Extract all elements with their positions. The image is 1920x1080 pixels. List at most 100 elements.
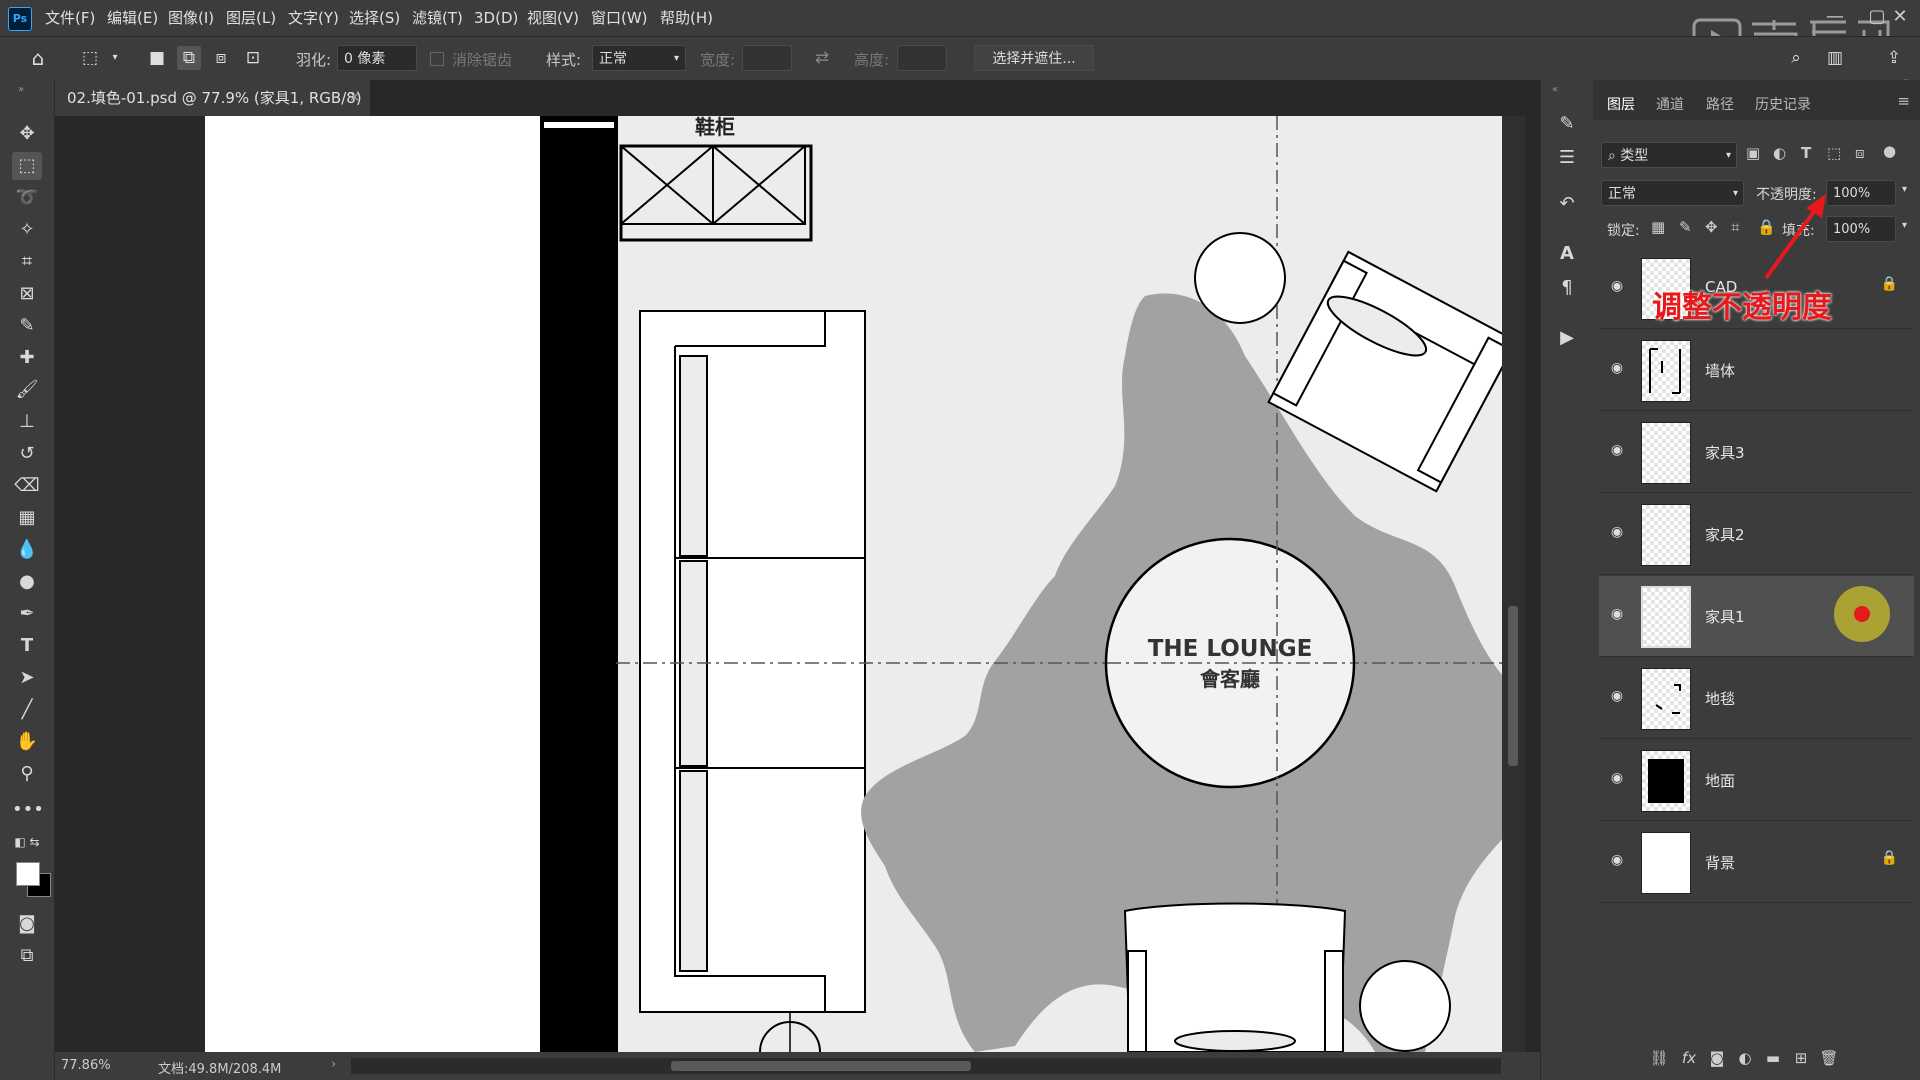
history-icon[interactable]: ↶ bbox=[1553, 190, 1581, 218]
width-input[interactable] bbox=[742, 45, 792, 71]
marquee-preset-icon[interactable]: ⬚ bbox=[78, 46, 102, 70]
clone-stamp-icon[interactable]: ⊥ bbox=[12, 408, 42, 436]
layer-name[interactable]: 家具2 bbox=[1705, 524, 1745, 545]
menu-layer[interactable]: 图层(L) bbox=[226, 0, 276, 36]
menu-file[interactable]: 文件(F) bbox=[45, 0, 95, 36]
chevron-down-icon[interactable]: ▾ bbox=[1902, 184, 1907, 195]
zoom-level[interactable]: 77.86% bbox=[61, 1058, 111, 1073]
height-input[interactable] bbox=[897, 45, 947, 71]
document-tab[interactable]: 02.填色-01.psd @ 77.9% (家具1, RGB/8) * × bbox=[55, 80, 370, 143]
new-layer-icon[interactable]: ⊞ bbox=[1789, 1046, 1813, 1070]
layer-row[interactable]: ◉ 家具3 bbox=[1599, 412, 1914, 493]
feather-input[interactable]: 0 像素 bbox=[337, 45, 417, 71]
default-colors-icon[interactable]: ◧ ⇆ bbox=[12, 828, 42, 856]
menu-help[interactable]: 帮助(H) bbox=[660, 0, 713, 36]
new-adjustment-icon[interactable]: ◐ bbox=[1733, 1046, 1757, 1070]
floor-plan-canvas[interactable]: 鞋柜 THE LOUNGE 會客廳 bbox=[55, 116, 1525, 1052]
eraser-icon[interactable]: ⌫ bbox=[12, 472, 42, 500]
close-window-icon[interactable]: ✕ bbox=[1880, 2, 1920, 32]
visibility-eye-icon[interactable]: ◉ bbox=[1607, 524, 1627, 544]
layer-row[interactable]: ◉ 家具2 bbox=[1599, 494, 1914, 575]
layer-row-selected[interactable]: ◉ 家具1 bbox=[1599, 576, 1914, 657]
menu-window[interactable]: 窗口(W) bbox=[591, 0, 648, 36]
frame-tool-icon[interactable]: ⊠ bbox=[12, 280, 42, 308]
shape-filter-icon[interactable]: ⬚ bbox=[1827, 144, 1841, 162]
status-chevron-icon[interactable]: › bbox=[331, 1057, 336, 1072]
foreground-color-swatch[interactable] bbox=[16, 862, 40, 886]
lock-position-icon[interactable]: ✥ bbox=[1705, 218, 1718, 236]
workspace-icon[interactable]: ▥ bbox=[1823, 46, 1847, 70]
visibility-eye-icon[interactable]: ◉ bbox=[1607, 278, 1627, 298]
hand-tool-icon[interactable]: ✋ bbox=[12, 728, 42, 756]
lasso-tool-icon[interactable]: ➰ bbox=[12, 184, 42, 212]
add-mask-icon[interactable]: ◙ bbox=[1705, 1046, 1729, 1070]
gradient-tool-icon[interactable]: ▦ bbox=[12, 504, 42, 532]
delete-layer-icon[interactable]: 🗑 bbox=[1817, 1046, 1841, 1070]
visibility-eye-icon[interactable]: ◉ bbox=[1607, 360, 1627, 380]
zoom-tool-icon[interactable]: ⚲ bbox=[12, 760, 42, 788]
layer-name[interactable]: 地面 bbox=[1705, 770, 1735, 791]
menu-3d[interactable]: 3D(D) bbox=[474, 0, 518, 36]
photoshop-logo[interactable]: Ps bbox=[8, 7, 32, 31]
collapse-icon[interactable]: « bbox=[1541, 76, 1569, 104]
menu-filter[interactable]: 滤镜(T) bbox=[412, 0, 463, 36]
panel-menu-icon[interactable]: ≡ bbox=[1897, 92, 1910, 110]
tab-history[interactable]: 历史记录 bbox=[1755, 94, 1811, 114]
home-icon[interactable]: ⌂ bbox=[26, 46, 50, 70]
pen-tool-icon[interactable]: ✒ bbox=[12, 600, 42, 628]
collapse-icon[interactable]: » bbox=[6, 76, 36, 104]
lock-artboard-icon[interactable]: ⌗ bbox=[1731, 218, 1739, 236]
magic-wand-icon[interactable]: ✧ bbox=[12, 216, 42, 244]
paragraph-icon[interactable]: ¶ bbox=[1553, 274, 1581, 302]
menu-select[interactable]: 选择(S) bbox=[349, 0, 400, 36]
quick-mask-icon[interactable]: ◙ bbox=[12, 910, 42, 938]
style-select[interactable]: 正常 ▾ bbox=[592, 45, 686, 71]
lock-transparency-icon[interactable]: ▦ bbox=[1651, 218, 1665, 236]
eyedropper-icon[interactable]: ✎ bbox=[12, 312, 42, 340]
horizontal-scroll-thumb[interactable] bbox=[671, 1061, 971, 1071]
layer-row[interactable]: ◉ 背景 🔒 bbox=[1599, 822, 1914, 903]
lock-image-icon[interactable]: ✎ bbox=[1679, 218, 1692, 236]
layer-name[interactable]: 背景 bbox=[1705, 852, 1735, 873]
line-tool-icon[interactable]: ╱ bbox=[12, 696, 42, 724]
menu-type[interactable]: 文字(Y) bbox=[288, 0, 339, 36]
screen-mode-icon[interactable]: ⧉ bbox=[12, 942, 42, 970]
layer-name[interactable]: 家具3 bbox=[1705, 442, 1745, 463]
blend-mode-select[interactable]: 正常 ▾ bbox=[1601, 180, 1744, 206]
close-tab-icon[interactable]: × bbox=[349, 80, 360, 116]
actions-play-icon[interactable]: ▶ bbox=[1553, 324, 1581, 352]
layer-name[interactable]: 家具1 bbox=[1705, 606, 1745, 627]
minimize-icon[interactable]: — bbox=[1815, 2, 1855, 32]
character-icon[interactable]: A bbox=[1553, 240, 1581, 268]
fx-icon[interactable]: fx bbox=[1677, 1046, 1701, 1070]
history-brush-icon[interactable]: ↺ bbox=[12, 440, 42, 468]
new-selection-icon[interactable]: ■ bbox=[145, 46, 169, 70]
select-and-mask-button[interactable]: 选择并遮住... bbox=[974, 45, 1094, 71]
visibility-eye-icon[interactable]: ◉ bbox=[1607, 770, 1627, 790]
canvas-area[interactable]: 鞋柜 THE LOUNGE 會客廳 bbox=[55, 116, 1525, 1052]
tab-layers[interactable]: 图层 bbox=[1607, 94, 1635, 114]
chevron-down-icon[interactable]: ▾ bbox=[103, 46, 127, 70]
smart-object-filter-icon[interactable]: ⧈ bbox=[1855, 144, 1865, 162]
subtract-selection-icon[interactable]: ⧈ bbox=[209, 46, 233, 70]
tab-channels[interactable]: 通道 bbox=[1656, 94, 1684, 114]
link-layers-icon[interactable]: ⛓ bbox=[1647, 1046, 1671, 1070]
layer-row[interactable]: ◉ 墙体 bbox=[1599, 330, 1914, 411]
pixel-filter-icon[interactable]: ▣ bbox=[1746, 144, 1760, 162]
brush-tool-icon[interactable]: 🖌 bbox=[12, 376, 42, 404]
visibility-eye-icon[interactable]: ◉ bbox=[1607, 442, 1627, 462]
crop-tool-icon[interactable]: ⌗ bbox=[12, 248, 42, 276]
blur-tool-icon[interactable]: 💧 bbox=[12, 536, 42, 564]
healing-brush-icon[interactable]: ✚ bbox=[12, 344, 42, 372]
move-tool-icon[interactable]: ✥ bbox=[12, 120, 42, 148]
rectangular-marquee-icon[interactable]: ⬚ bbox=[12, 152, 42, 180]
tab-paths[interactable]: 路径 bbox=[1706, 94, 1734, 114]
menu-image[interactable]: 图像(I) bbox=[168, 0, 214, 36]
menu-edit[interactable]: 编辑(E) bbox=[107, 0, 158, 36]
search-icon[interactable]: ⌕ bbox=[1784, 46, 1808, 70]
visibility-eye-icon[interactable]: ◉ bbox=[1607, 606, 1627, 626]
new-group-icon[interactable]: ▬ bbox=[1761, 1046, 1785, 1070]
type-tool-icon[interactable]: T bbox=[12, 632, 42, 660]
adjustment-filter-icon[interactable]: ◐ bbox=[1773, 144, 1786, 162]
adjustments-icon[interactable]: ☰ bbox=[1553, 144, 1581, 172]
